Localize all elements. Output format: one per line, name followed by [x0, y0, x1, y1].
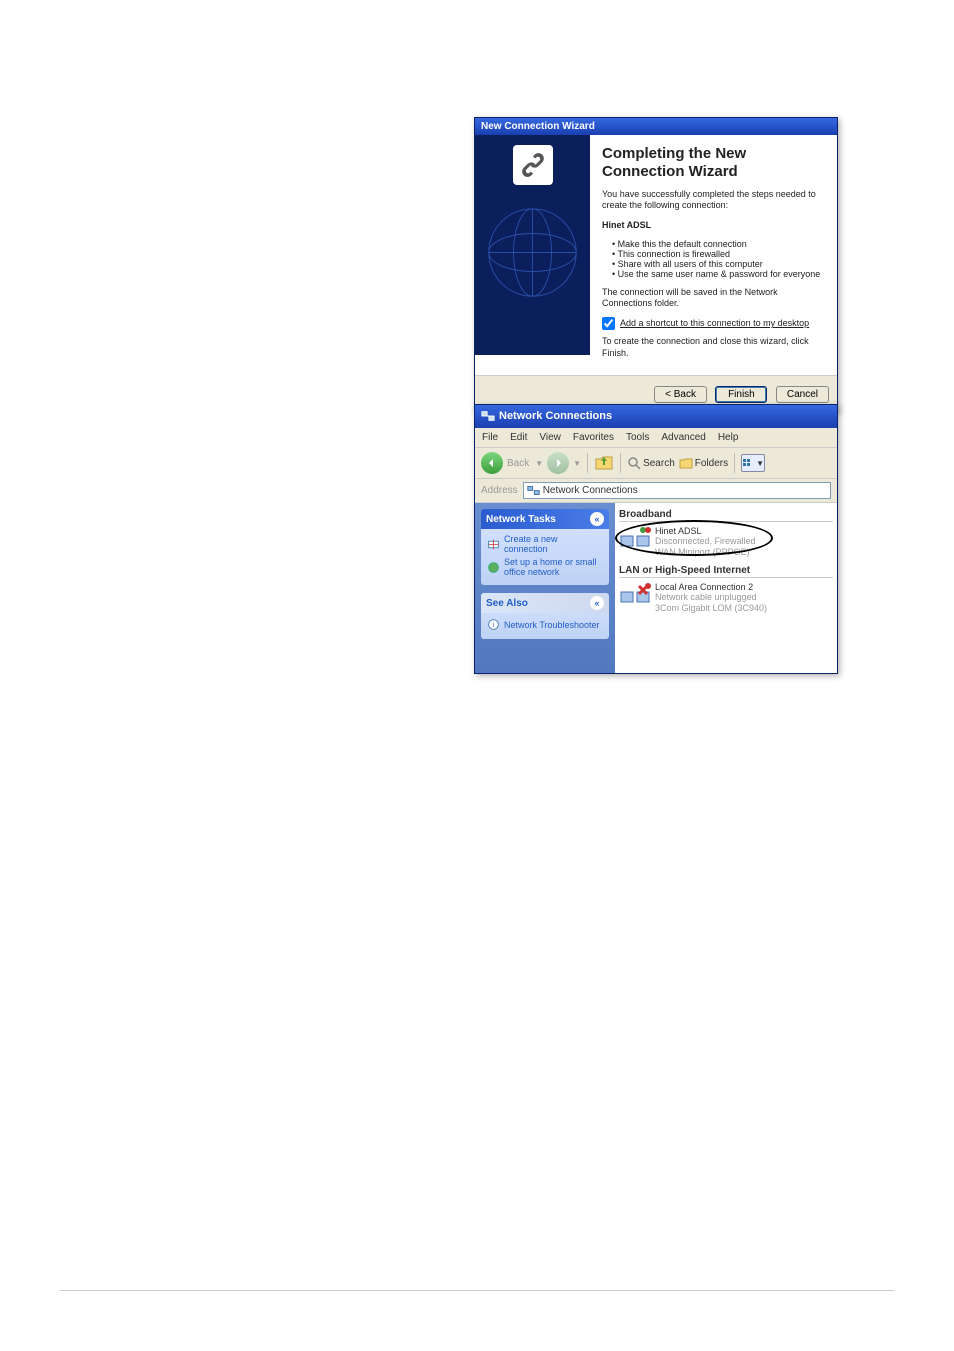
shortcut-label: Add a shortcut to this connection to my …: [620, 318, 809, 328]
folders-button[interactable]: Folders: [679, 456, 728, 470]
new-conn-icon: [487, 538, 500, 551]
wizard-saved-note: The connection will be saved in the Netw…: [602, 287, 827, 310]
new-connection-wizard-dialog: New Connection Wizard Completing the New…: [474, 117, 838, 412]
up-folder-icon[interactable]: [594, 453, 614, 473]
search-button[interactable]: Search: [627, 456, 675, 470]
wizard-connection-name: Hinet ADSL: [602, 220, 651, 230]
nc-menubar: File Edit View Favorites Tools Advanced …: [475, 428, 837, 448]
menu-advanced[interactable]: Advanced: [656, 431, 710, 444]
troubleshoot-icon: i: [487, 618, 500, 631]
search-icon: [627, 456, 641, 470]
network-tasks-panel: Network Tasks « Create a new connection …: [481, 509, 609, 585]
address-dropdown[interactable]: Network Connections: [523, 482, 831, 499]
cancel-button[interactable]: Cancel: [776, 386, 829, 403]
folders-label: Folders: [695, 458, 728, 469]
menu-tools[interactable]: Tools: [621, 431, 654, 444]
nc-sidebar: Network Tasks « Create a new connection …: [475, 503, 615, 673]
broadband-connection-icon: [619, 526, 651, 554]
back-button[interactable]: < Back: [654, 386, 707, 403]
wizard-close-note: To create the connection and close this …: [602, 336, 827, 359]
wizard-bullet: This connection is firewalled: [612, 249, 827, 259]
nc-titlebar[interactable]: Network Connections: [475, 405, 837, 428]
network-connections-window: Network Connections File Edit View Favor…: [474, 404, 838, 674]
back-label: Back: [507, 458, 529, 469]
see-also-panel: See Also « i Network Troubleshooter: [481, 593, 609, 639]
see-also-header[interactable]: See Also «: [481, 593, 609, 613]
connection-status: Network cable unplugged: [655, 592, 767, 602]
address-icon: [527, 484, 540, 497]
address-label: Address: [481, 485, 518, 496]
nc-title: Network Connections: [499, 410, 612, 422]
collapse-icon[interactable]: «: [590, 596, 604, 610]
nc-toolbar: Back ▼ ▼ Search Folders ▼: [475, 448, 837, 479]
connection-device: 3Com Gigabit LOM (3C940): [655, 603, 767, 613]
menu-help[interactable]: Help: [713, 431, 744, 444]
wizard-content: Completing the New Connection Wizard You…: [590, 135, 837, 375]
network-connections-icon: [481, 409, 495, 423]
nc-addressbar: Address Network Connections: [475, 479, 837, 503]
menu-favorites[interactable]: Favorites: [568, 431, 619, 444]
group-broadband: Broadband: [619, 509, 833, 522]
back-icon[interactable]: [481, 452, 503, 474]
wizard-bullet: Share with all users of this computer: [612, 259, 827, 269]
wizard-sidebar: [475, 135, 590, 355]
search-label: Search: [643, 458, 675, 469]
wizard-title: New Connection Wizard: [481, 121, 595, 132]
connection-local-area-2[interactable]: Local Area Connection 2 Network cable un…: [619, 582, 833, 613]
lan-connection-icon: [619, 582, 651, 610]
globe-wireframe-icon: [485, 205, 580, 300]
collapse-icon[interactable]: «: [590, 512, 604, 526]
forward-icon[interactable]: [547, 452, 569, 474]
wizard-heading: Completing the New Connection Wizard: [602, 145, 827, 181]
menu-view[interactable]: View: [534, 431, 566, 444]
wizard-shortcut-checkbox[interactable]: Add a shortcut to this connection to my …: [602, 317, 827, 330]
home-net-icon: [487, 561, 500, 574]
wizard-bullet-list: Make this the default connection This co…: [602, 239, 827, 279]
address-value: Network Connections: [543, 485, 638, 496]
views-button[interactable]: ▼: [741, 454, 765, 472]
shortcut-checkbox-input[interactable]: [602, 317, 615, 330]
wizard-bullet: Use the same user name & password for ev…: [612, 269, 827, 279]
connection-device: WAN Miniport (PPPOE): [655, 547, 756, 557]
wizard-body: Completing the New Connection Wizard You…: [475, 135, 837, 375]
nc-body: Network Tasks « Create a new connection …: [475, 503, 837, 673]
wizard-intro-text: You have successfully completed the step…: [602, 189, 827, 212]
menu-file[interactable]: File: [477, 431, 503, 444]
sidebar-network-troubleshooter[interactable]: i Network Troubleshooter: [487, 618, 603, 631]
finish-button[interactable]: Finish: [715, 386, 767, 403]
connection-hinet-adsl[interactable]: Hinet ADSL Disconnected, Firewalled WAN …: [619, 526, 833, 557]
wizard-titlebar[interactable]: New Connection Wizard: [475, 118, 837, 135]
sidebar-setup-home-network[interactable]: Set up a home or small office network: [487, 557, 603, 577]
folders-icon: [679, 456, 693, 470]
nc-content: Broadband Hinet ADSL Disconnected, Firew…: [615, 503, 837, 673]
sidebar-create-new-connection[interactable]: Create a new connection: [487, 534, 603, 554]
connection-title: Local Area Connection 2: [655, 582, 767, 592]
network-tasks-header[interactable]: Network Tasks «: [481, 509, 609, 529]
connection-title: Hinet ADSL: [655, 526, 756, 536]
group-lan: LAN or High-Speed Internet: [619, 565, 833, 578]
wizard-bullet: Make this the default connection: [612, 239, 827, 249]
views-icon: [742, 458, 756, 468]
wizard-chain-icon: [513, 145, 553, 185]
menu-edit[interactable]: Edit: [505, 431, 532, 444]
page-footer-rule: [60, 1290, 894, 1291]
connection-status: Disconnected, Firewalled: [655, 536, 756, 546]
